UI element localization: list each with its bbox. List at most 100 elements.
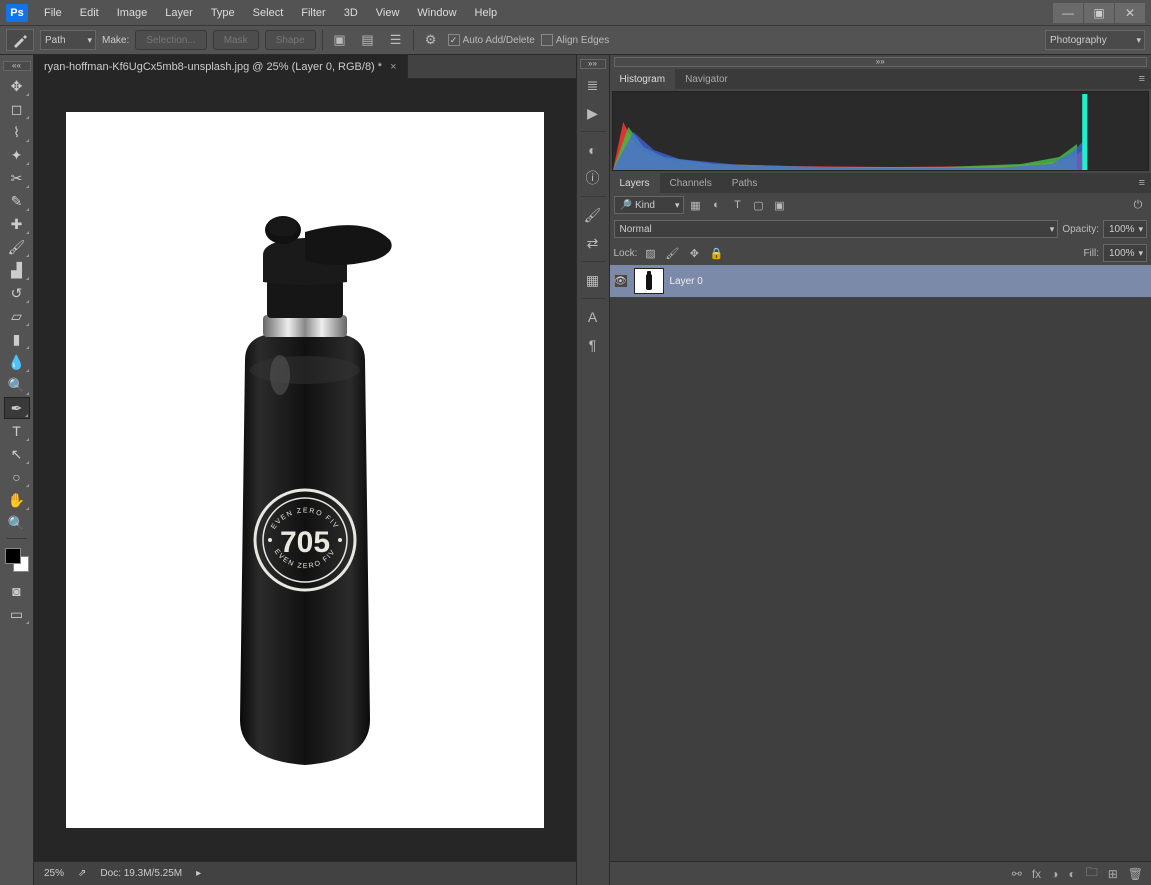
path-alignment-icon[interactable]: ▤ — [357, 29, 379, 51]
layer-visibility-toggle[interactable]: 👁 — [614, 274, 628, 288]
panel-menu-icon[interactable]: ≡ — [1133, 73, 1151, 85]
path-operations-icon[interactable]: ▣ — [329, 29, 351, 51]
paragraph-panel-icon[interactable]: ¶ — [580, 333, 606, 357]
crop-tool[interactable]: ✂ — [4, 167, 30, 189]
filter-shape-icon[interactable]: ▢ — [750, 196, 768, 214]
opacity-input[interactable]: 100% — [1103, 220, 1147, 238]
window-minimize[interactable]: — — [1053, 3, 1083, 23]
path-selection-tool[interactable]: ↖ — [4, 443, 30, 465]
marquee-tool[interactable]: ◻ — [4, 98, 30, 120]
tab-navigator[interactable]: Navigator — [675, 69, 738, 89]
tab-layers[interactable]: Layers — [610, 173, 660, 193]
filter-smart-icon[interactable]: ▣ — [771, 196, 789, 214]
color-swatch[interactable] — [5, 548, 29, 572]
swatches-panel-icon[interactable]: ▦ — [580, 268, 606, 292]
tab-histogram[interactable]: Histogram — [610, 69, 676, 89]
blur-tool[interactable]: 💧 — [4, 351, 30, 373]
layer-row[interactable]: 👁 Layer 0 — [610, 265, 1151, 297]
layer-style-icon[interactable]: fx — [1032, 867, 1041, 881]
pen-mode-select[interactable]: Path — [40, 30, 96, 50]
clone-stamp-tool[interactable]: ▟ — [4, 259, 30, 281]
layer-filter-kind[interactable]: 🔎Kind — [614, 196, 684, 214]
zoom-level[interactable]: 25% — [44, 868, 64, 879]
screen-mode-toggle[interactable]: ▭ — [4, 603, 30, 625]
eyedropper-tool[interactable]: ✎ — [4, 190, 30, 212]
doc-size[interactable]: Doc: 19.3M/5.25M — [100, 868, 182, 879]
new-layer-icon[interactable]: ⊞ — [1108, 867, 1118, 881]
auto-add-delete-checkbox[interactable]: ✓ — [448, 34, 460, 46]
menu-edit[interactable]: Edit — [72, 3, 107, 23]
layer-thumbnail[interactable] — [634, 268, 664, 294]
brush-presets-panel-icon[interactable]: ⇄ — [580, 231, 606, 255]
panel-collapse-handle[interactable]: »» — [614, 57, 1148, 67]
gear-icon[interactable]: ⚙ — [420, 29, 442, 51]
adjustments-panel-icon[interactable]: ◐ — [580, 138, 606, 162]
menu-select[interactable]: Select — [245, 3, 292, 23]
align-edges-checkbox[interactable] — [541, 34, 553, 46]
actions-panel-icon[interactable]: ≣ — [580, 73, 606, 97]
lock-position-icon[interactable]: ✥ — [685, 244, 703, 262]
filter-adjust-icon[interactable]: ◐ — [708, 196, 726, 214]
menu-type[interactable]: Type — [203, 3, 243, 23]
character-panel-icon[interactable]: A — [580, 305, 606, 329]
zoom-tool[interactable]: 🔍 — [4, 512, 30, 534]
history-brush-tool[interactable]: ↺ — [4, 282, 30, 304]
dodge-tool[interactable]: 🔍 — [4, 374, 30, 396]
lasso-tool[interactable]: ⌇ — [4, 121, 30, 143]
lock-transparency-icon[interactable]: ▨ — [641, 244, 659, 262]
magic-wand-tool[interactable]: ✦ — [4, 144, 30, 166]
filter-pixel-icon[interactable]: ▦ — [687, 196, 705, 214]
make-selection-button[interactable]: Selection... — [135, 30, 206, 50]
move-tool[interactable]: ✥ — [4, 75, 30, 97]
link-layers-icon[interactable]: ⚯ — [1012, 867, 1022, 881]
brush-tool[interactable]: 🖌 — [4, 236, 30, 258]
blend-mode-select[interactable]: Normal — [614, 220, 1059, 238]
menu-view[interactable]: View — [368, 3, 408, 23]
tab-paths[interactable]: Paths — [722, 173, 768, 193]
canvas-viewport[interactable]: 705 SEVEN ZERO FIVE SEVEN ZERO FIVE — [34, 79, 576, 861]
dock-collapse-handle[interactable]: »» — [580, 59, 606, 69]
menu-layer[interactable]: Layer — [157, 3, 201, 23]
document-tab[interactable]: ryan-hoffman-Kf6UgCx5mb8-unsplash.jpg @ … — [34, 55, 408, 79]
brush-panel-icon[interactable]: 🖌 — [580, 203, 606, 227]
window-maximize[interactable]: ▣ — [1084, 3, 1114, 23]
lock-image-icon[interactable]: 🖌 — [663, 244, 681, 262]
new-group-icon[interactable]: 🗀 — [1086, 863, 1098, 884]
tab-channels[interactable]: Channels — [660, 173, 722, 193]
close-tab-icon[interactable]: × — [390, 61, 396, 73]
workspace-switcher[interactable]: Photography — [1045, 30, 1145, 50]
healing-brush-tool[interactable]: ✚ — [4, 213, 30, 235]
shape-tool[interactable]: ○ — [4, 466, 30, 488]
path-arrangement-icon[interactable]: ☰ — [385, 29, 407, 51]
panel-menu-icon[interactable]: ≡ — [1133, 177, 1151, 189]
menu-image[interactable]: Image — [109, 3, 156, 23]
canvas[interactable]: 705 SEVEN ZERO FIVE SEVEN ZERO FIVE — [66, 112, 544, 828]
new-fill-adjust-icon[interactable]: ◐ — [1068, 867, 1075, 881]
window-close[interactable]: ✕ — [1115, 3, 1145, 23]
lock-all-icon[interactable]: 🔒 — [707, 244, 725, 262]
fill-input[interactable]: 100% — [1103, 244, 1147, 262]
gradient-tool[interactable]: ▮ — [4, 328, 30, 350]
pen-tool[interactable]: ✒ — [4, 397, 30, 419]
eraser-tool[interactable]: ▱ — [4, 305, 30, 327]
share-icon[interactable]: ⇗ — [78, 868, 86, 879]
menu-3d[interactable]: 3D — [336, 3, 366, 23]
filter-type-icon[interactable]: T — [729, 196, 747, 214]
type-tool[interactable]: T — [4, 420, 30, 442]
layer-mask-icon[interactable]: ◑ — [1051, 867, 1058, 881]
menu-window[interactable]: Window — [409, 3, 464, 23]
layer-name[interactable]: Layer 0 — [670, 276, 703, 287]
make-mask-button[interactable]: Mask — [213, 30, 259, 50]
tools-collapse-handle[interactable]: «« — [3, 61, 31, 71]
play-icon[interactable]: ▶ — [580, 101, 606, 125]
filter-toggle[interactable]: ⏻ — [1129, 196, 1147, 214]
status-arrow-icon[interactable]: ▸ — [196, 868, 201, 879]
quick-mask-toggle[interactable]: ◙ — [4, 580, 30, 602]
info-panel-icon[interactable]: ⓘ — [580, 166, 606, 190]
make-shape-button[interactable]: Shape — [265, 30, 316, 50]
pen-tool-icon[interactable] — [6, 29, 34, 51]
hand-tool[interactable]: ✋ — [4, 489, 30, 511]
menu-filter[interactable]: Filter — [293, 3, 333, 23]
menu-file[interactable]: File — [36, 3, 70, 23]
menu-help[interactable]: Help — [467, 3, 506, 23]
